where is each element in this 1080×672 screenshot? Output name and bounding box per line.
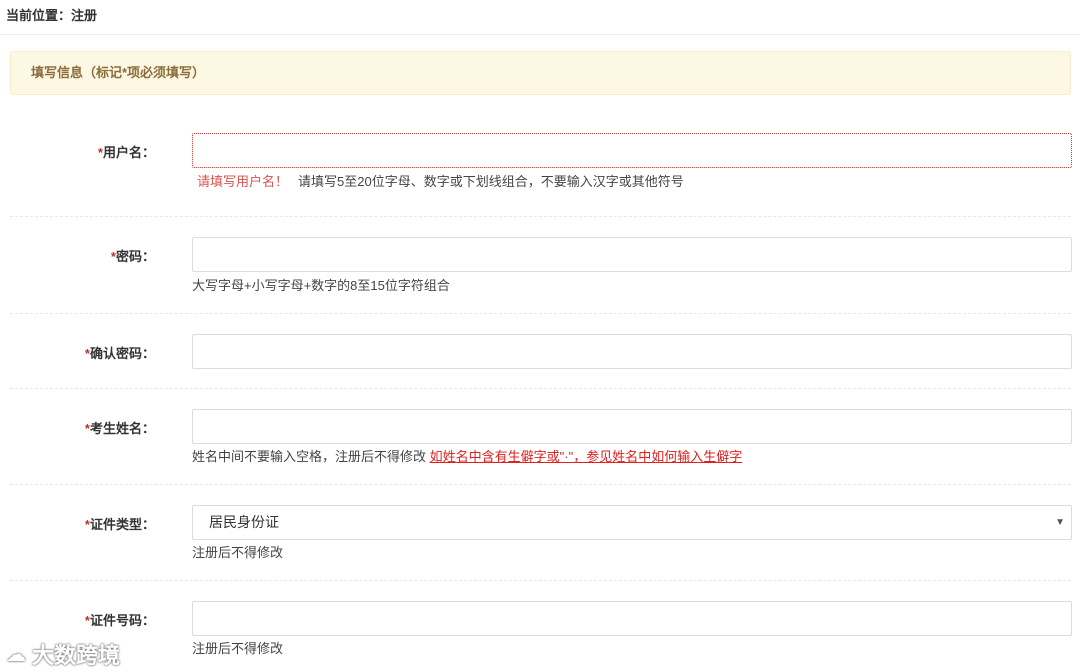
id-type-help: 注册后不得修改 [192,545,284,560]
watermark: ☁ 大数跨境 [6,638,120,670]
confirm-password-label: *确认密码： [85,343,155,362]
id-type-label: *证件类型： [85,514,155,533]
id-number-label: *证件号码： [85,610,155,629]
cloud-logo-icon: ☁ [6,643,26,666]
field-divider [10,216,1071,217]
field-divider [10,580,1071,581]
id-number-label-text: 证件号码： [89,613,155,628]
id-number-input[interactable] [192,601,1072,636]
breadcrumb-divider [0,34,1080,35]
field-divider [10,388,1071,389]
id-number-help: 注册后不得修改 [192,641,284,656]
name-label-text: 考生姓名： [89,421,155,436]
password-label-text: 密码： [115,249,155,264]
confirm-password-input[interactable] [192,334,1072,369]
watermark-text: 大数跨境 [32,643,121,668]
breadcrumb: 当前位置：注册 [6,8,98,23]
id-type-select[interactable]: 居民身份证 ▼ [192,505,1072,540]
username-input[interactable] [192,133,1072,168]
name-help-text: 姓名中间不要输入空格，注册后不得修改 [192,449,427,464]
id-type-selected: 居民身份证 [209,514,279,530]
required-notice: 填写信息（标记*项必须填写） [10,51,1071,95]
field-divider [10,313,1071,314]
name-input[interactable] [192,409,1072,444]
username-label-text: 用户名： [102,145,155,160]
confirm-password-label-text: 确认密码： [89,346,155,361]
name-help: 姓名中间不要输入空格，注册后不得修改 如姓名中含有生僻字或"·"，参见姓名中如何… [192,446,742,465]
name-label: *考生姓名： [85,418,155,437]
password-label: *密码： [111,246,155,265]
username-help: 请填写用户名！ 请填写5至20位字母、数字或下划线组合，不要输入汉字或其他符号 [192,171,684,190]
username-error: 请填写用户名！ [197,174,289,189]
username-label: *用户名： [98,142,155,161]
password-help: 大写字母+小写字母+数字的8至15位字符组合 [192,278,450,293]
rare-character-link[interactable]: 如姓名中含有生僻字或"·"，参见姓名中如何输入生僻字 [430,449,743,464]
id-type-label-text: 证件类型： [89,517,155,532]
chevron-down-icon: ▼ [1055,517,1065,528]
field-divider [10,484,1071,485]
password-input[interactable] [192,237,1072,272]
username-help-text: 请填写5至20位字母、数字或下划线组合，不要输入汉字或其他符号 [298,174,684,189]
